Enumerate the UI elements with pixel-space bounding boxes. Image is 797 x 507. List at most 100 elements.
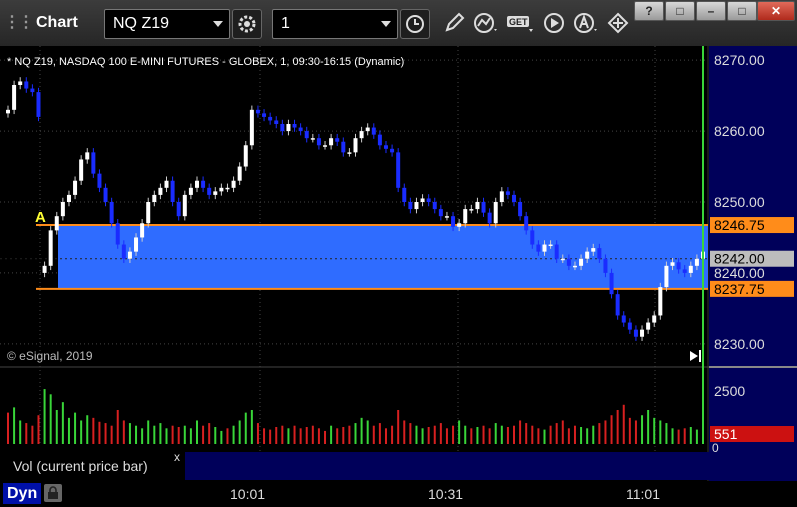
candle-body: [335, 138, 340, 142]
candle-body: [640, 329, 645, 337]
candle-body: [670, 262, 675, 266]
candle-body: [512, 194, 517, 202]
candle-body: [255, 109, 260, 114]
study-icon: [474, 13, 497, 33]
help-label: ?: [645, 4, 653, 18]
candle-body: [280, 124, 285, 132]
interval-dropdown[interactable]: 1: [272, 9, 398, 39]
marker-label: A: [35, 209, 46, 226]
close-icon[interactable]: x: [174, 450, 180, 464]
settings-icon: [238, 15, 256, 33]
candle-body: [176, 202, 181, 217]
candle-body: [652, 315, 657, 323]
minimize-button[interactable]: –: [696, 1, 726, 21]
clock-button[interactable]: [400, 9, 430, 39]
candle-body: [134, 237, 139, 252]
candle-body: [201, 180, 206, 188]
candle-body: [621, 315, 626, 323]
candle-body: [688, 265, 693, 273]
candle-body: [463, 209, 468, 224]
candle-body: [60, 202, 65, 217]
svg-text:GET: GET: [509, 17, 528, 27]
candle-body: [469, 209, 474, 211]
study-button[interactable]: [472, 9, 500, 37]
time-axis[interactable]: Dyn 10:01 10:31 11:01: [0, 481, 797, 507]
volume-legend[interactable]: Vol (current price bar) x: [4, 445, 184, 481]
lock-button[interactable]: [44, 484, 62, 502]
candle-body: [329, 138, 334, 146]
candle-body: [231, 180, 236, 188]
candle-body: [664, 265, 669, 288]
candle-body: [390, 148, 395, 153]
dynamic-mode-button[interactable]: Dyn: [3, 483, 42, 504]
help-button[interactable]: ?: [634, 1, 664, 21]
price-tick-label: 8250.00: [714, 194, 765, 210]
price-band: [0, 224, 708, 290]
candle-body: [572, 265, 577, 268]
move-button[interactable]: [604, 9, 632, 37]
candle-body: [219, 187, 224, 192]
candle-body: [115, 223, 120, 245]
draw-button[interactable]: [440, 9, 468, 37]
alert-button[interactable]: [572, 9, 600, 37]
volume-current-tag: 551: [714, 426, 738, 442]
candle-body: [548, 244, 553, 247]
candle-body: [432, 202, 437, 210]
close-button[interactable]: ✕: [757, 1, 795, 21]
window-title: ⋮⋮ Chart: [4, 12, 78, 32]
candle-body: [420, 198, 425, 202]
candle-body: [79, 159, 84, 181]
candle-body: [609, 272, 614, 295]
candle-body: [451, 216, 456, 227]
candle-body: [682, 269, 687, 273]
candle-body: [323, 145, 328, 147]
time-label: 10:01: [230, 486, 266, 502]
candle-body: [24, 81, 29, 89]
candle-body: [597, 248, 602, 259]
candle-body: [359, 131, 364, 139]
settings-button[interactable]: [232, 9, 262, 39]
candle-body: [140, 223, 145, 238]
candle-body: [505, 191, 510, 195]
candle-body: [286, 124, 291, 132]
candle-body: [566, 258, 571, 266]
get-button[interactable]: GET: [506, 9, 534, 37]
candle-body: [615, 294, 620, 316]
candle-body: [292, 124, 297, 128]
candle-body: [73, 180, 78, 195]
candle-body: [298, 127, 303, 132]
candle-body: [414, 202, 419, 210]
candle-body: [182, 194, 187, 217]
candle-body: [487, 212, 492, 224]
candle-body: [518, 202, 523, 217]
candle-body: [408, 202, 413, 210]
get-icon: GET: [507, 16, 533, 32]
candle-body: [353, 138, 358, 153]
maximize-button[interactable]: □: [727, 1, 757, 21]
candle-body: [54, 216, 59, 231]
candle-body: [152, 194, 157, 202]
candle-body: [103, 187, 108, 202]
restore-label: □: [676, 4, 684, 18]
volume-tick-label: 2500: [714, 383, 745, 399]
symbol-dropdown[interactable]: NQ Z19: [104, 9, 230, 39]
chevron-down-icon: [381, 21, 391, 27]
candle-body: [542, 244, 547, 252]
candle-body: [243, 145, 248, 167]
candle-body: [579, 258, 584, 266]
price-chart[interactable]: 8270.00 8260.00 8250.00 8240.00 8230.00 8246.…: [0, 46, 797, 507]
grip-icon[interactable]: ⋮⋮: [4, 14, 34, 31]
candle-body: [524, 216, 529, 231]
legend-strip: [185, 452, 709, 480]
candle-body: [493, 202, 498, 224]
candle-body: [365, 127, 370, 132]
time-label: 10:31: [428, 486, 464, 502]
candle-body: [274, 120, 279, 124]
candle-body: [554, 244, 559, 259]
candle-body: [304, 131, 309, 139]
candle-body: [249, 109, 254, 146]
candle-body: [676, 262, 681, 270]
candle-body: [694, 258, 699, 266]
restore-button[interactable]: □: [665, 1, 695, 21]
play-button[interactable]: [540, 9, 568, 37]
